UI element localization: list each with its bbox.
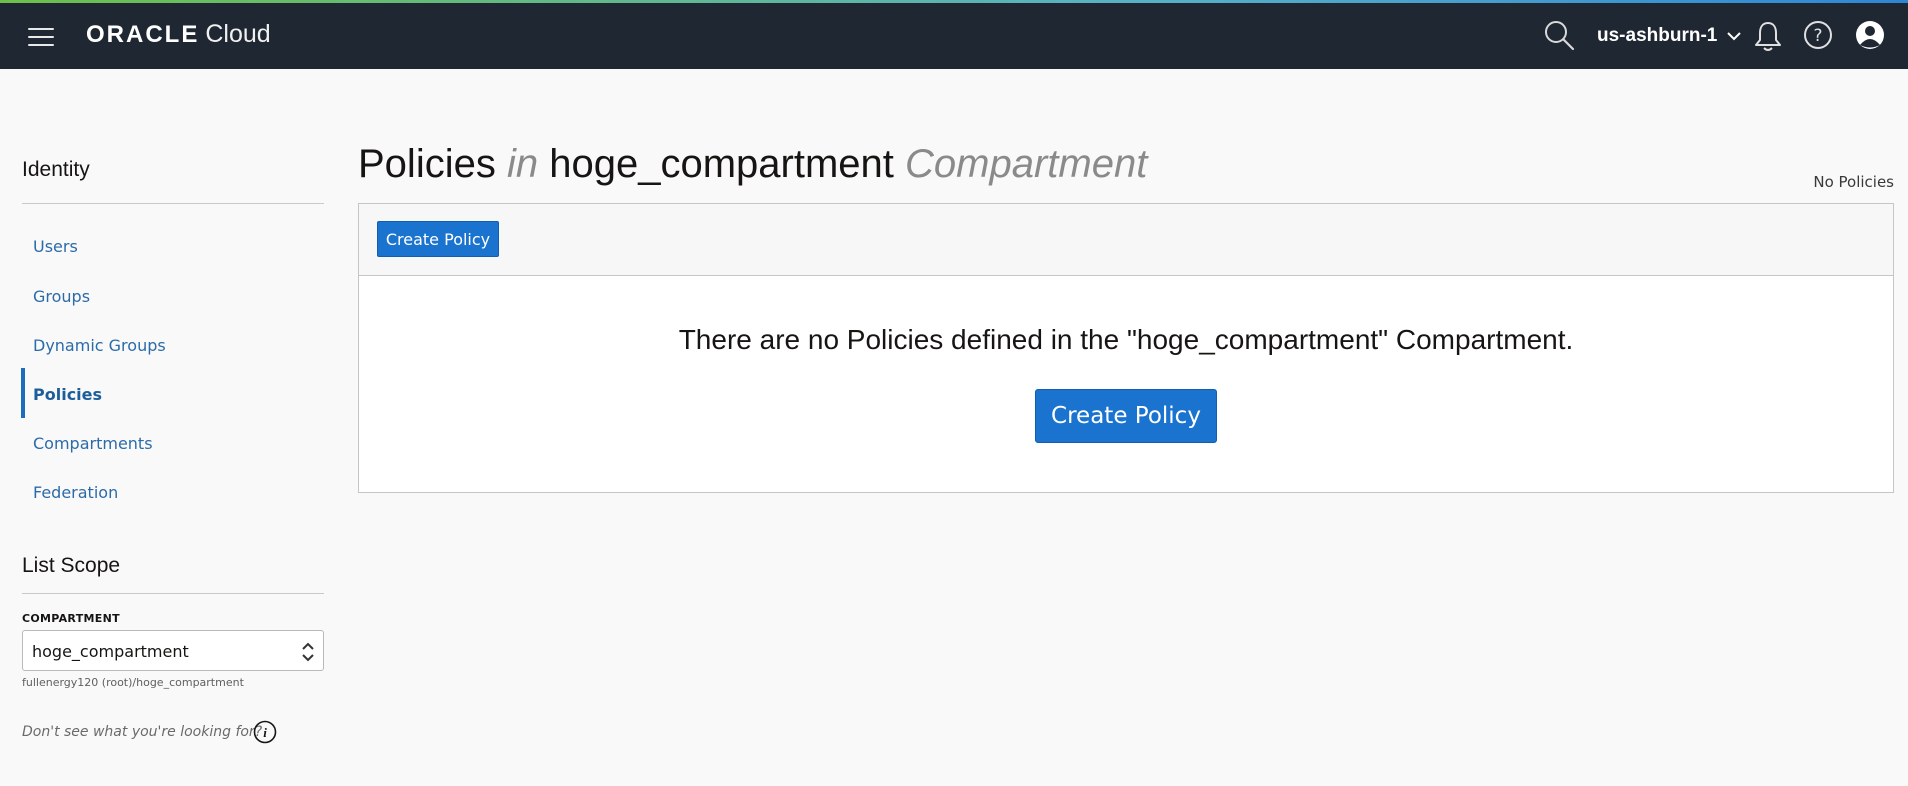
- title-compartment-name: hoge_compartment: [549, 142, 894, 186]
- top-navigation-bar: ORACLE Cloud us-ashburn-1 ?: [0, 0, 1908, 69]
- panel-toolbar: Create Policy: [359, 204, 1893, 276]
- region-selector[interactable]: us-ashburn-1: [1597, 23, 1742, 49]
- title-in: in: [506, 142, 539, 186]
- logo-brand: ORACLE: [86, 21, 200, 48]
- menu-icon[interactable]: [28, 26, 54, 46]
- active-nav-indicator: [21, 368, 25, 418]
- bell-icon[interactable]: [1753, 20, 1783, 52]
- compartment-select[interactable]: hoge_compartment: [22, 630, 324, 671]
- region-label: us-ashburn-1: [1597, 25, 1718, 46]
- select-updown-icon: [302, 642, 314, 662]
- compartment-select-value: hoge_compartment: [32, 642, 189, 661]
- create-policy-button[interactable]: Create Policy: [377, 221, 499, 257]
- compartment-path: fullenergy120 (root)/hoge_compartment: [22, 676, 244, 689]
- sidebar-item-federation[interactable]: Federation: [33, 483, 118, 502]
- empty-state-create-policy-button[interactable]: Create Policy: [1035, 389, 1217, 443]
- sidebar-item-groups[interactable]: Groups: [33, 287, 90, 306]
- chevron-down-icon: [1727, 32, 1742, 41]
- header-accent-stripe: [0, 0, 1908, 3]
- sidebar-item-compartments[interactable]: Compartments: [33, 434, 153, 453]
- logo-product: Cloud: [205, 20, 271, 48]
- help-icon[interactable]: ?: [1803, 20, 1833, 50]
- help-hint-text: Don't see what you're looking for?: [22, 724, 263, 740]
- sidebar-item-policies[interactable]: Policies: [33, 385, 102, 404]
- oracle-cloud-logo[interactable]: ORACLE Cloud: [86, 20, 271, 50]
- sidebar-divider: [22, 203, 324, 204]
- policy-count: No Policies: [1813, 173, 1894, 191]
- sidebar-item-dynamic-groups[interactable]: Dynamic Groups: [33, 336, 166, 355]
- title-resource: Policies: [358, 142, 496, 186]
- empty-state-message: There are no Policies defined in the "ho…: [678, 324, 1574, 355]
- svg-text:?: ?: [1813, 26, 1822, 46]
- info-icon[interactable]: i: [253, 720, 277, 744]
- sidebar-item-users[interactable]: Users: [33, 237, 78, 256]
- list-scope-heading: List Scope: [22, 554, 121, 577]
- user-icon[interactable]: [1855, 20, 1885, 50]
- policies-panel: Create Policy There are no Policies defi…: [358, 203, 1894, 493]
- compartment-label: COMPARTMENT: [22, 612, 120, 625]
- page-title: Policies in hoge_compartment Compartment: [358, 142, 1147, 187]
- svg-text:i: i: [263, 725, 267, 740]
- search-icon[interactable]: [1543, 19, 1575, 51]
- title-suffix: Compartment: [905, 142, 1148, 186]
- sidebar-heading-identity: Identity: [22, 158, 90, 181]
- list-scope-divider: [22, 593, 324, 594]
